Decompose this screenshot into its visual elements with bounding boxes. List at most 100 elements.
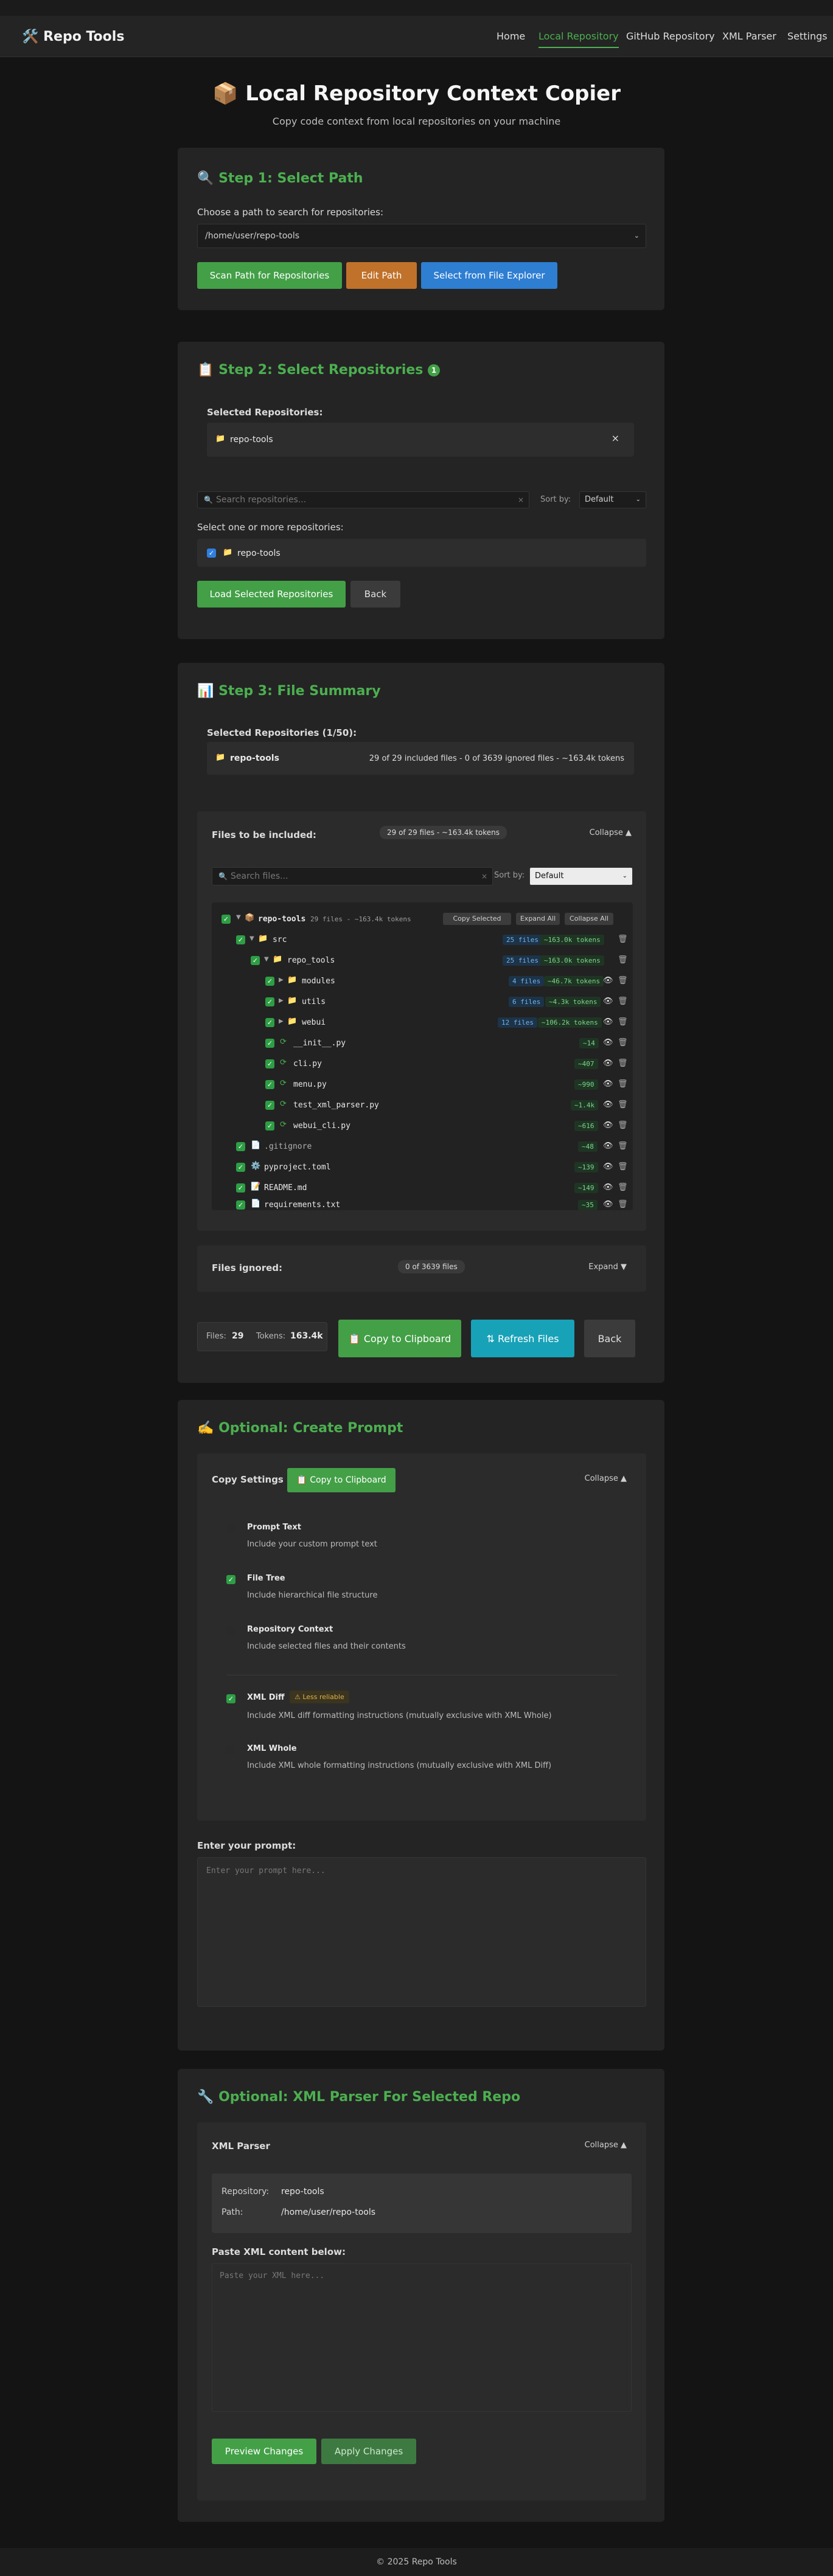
repo-search-input[interactable]: 🔍 Search repositories... × xyxy=(197,491,529,508)
tree-row[interactable]: ✓ 📄 requirements.txt ~35 👁 🗑 xyxy=(212,1199,633,1215)
tree-checkbox[interactable]: ✓ xyxy=(265,1059,274,1068)
back-button[interactable]: Back xyxy=(350,581,400,608)
collapse-toggle[interactable]: Collapse ▲ xyxy=(585,1474,627,1483)
clear-icon[interactable]: × xyxy=(481,868,487,885)
chevron-right-icon[interactable]: ▶ xyxy=(279,997,284,1004)
nav-home[interactable]: Home xyxy=(497,30,525,42)
chevron-right-icon[interactable]: ▶ xyxy=(279,977,284,983)
tree-row[interactable]: ✓ ▼ 📁 repo_tools 25 files ~163.0k tokens… xyxy=(212,955,633,971)
trash-icon[interactable]: 🗑 xyxy=(618,1079,628,1089)
eye-icon[interactable]: 👁 xyxy=(603,1017,613,1027)
eye-icon[interactable]: 👁 xyxy=(603,1162,613,1171)
path-select[interactable]: /home/user/repo-tools ⌄ xyxy=(197,224,646,248)
tree-row[interactable]: ✓ ⟳ __init__.py ~14 👁 🗑 xyxy=(212,1037,633,1053)
repo-checkbox[interactable]: ✓ xyxy=(207,549,216,558)
clear-icon[interactable]: × xyxy=(518,492,524,508)
tree-row[interactable]: ✓ ▼ 📁 src 25 files ~163.0k tokens 🗑 xyxy=(212,934,633,950)
trash-icon[interactable]: 🗑 xyxy=(618,1183,628,1192)
trash-icon[interactable]: 🗑 xyxy=(618,1162,628,1171)
xml-textarea[interactable]: Paste your XML here... xyxy=(212,2263,632,2412)
eye-icon[interactable]: 👁 xyxy=(603,1100,613,1109)
nav-local-repository[interactable]: Local Repository xyxy=(538,30,619,48)
apply-changes-button[interactable]: Apply Changes xyxy=(321,2439,416,2464)
option-checkbox[interactable] xyxy=(226,1626,235,1635)
trash-icon[interactable]: 🗑 xyxy=(618,955,628,964)
close-icon[interactable]: × xyxy=(612,432,619,444)
chevron-down-icon[interactable]: ▼ xyxy=(236,914,241,921)
eye-icon[interactable]: 👁 xyxy=(603,1059,613,1068)
nav-settings[interactable]: Settings xyxy=(787,30,828,42)
nav-github-repository[interactable]: GitHub Repository xyxy=(626,30,715,42)
trash-icon[interactable]: 🗑 xyxy=(618,1121,628,1130)
tree-row[interactable]: ✓ ⟳ cli.py ~407 👁 🗑 xyxy=(212,1058,633,1074)
option-checkbox[interactable]: ✓ xyxy=(226,1694,235,1703)
tree-row[interactable]: ✓ ⚙️ pyproject.toml ~139 👁 🗑 xyxy=(212,1162,633,1177)
tree-checkbox[interactable]: ✓ xyxy=(251,956,260,965)
copy-selected-button[interactable]: Copy Selected xyxy=(443,913,511,925)
nav-xml-parser[interactable]: XML Parser xyxy=(722,30,776,42)
expand-all-button[interactable]: Expand All xyxy=(516,913,560,925)
preview-changes-button[interactable]: Preview Changes xyxy=(212,2439,316,2464)
eye-icon[interactable]: 👁 xyxy=(603,1038,613,1047)
file-explorer-button[interactable]: Select from File Explorer xyxy=(421,262,557,289)
refresh-files-button[interactable]: ⇅ Refresh Files xyxy=(471,1320,574,1357)
collapse-toggle[interactable]: Collapse ▲ xyxy=(590,828,632,837)
copy-settings-button[interactable]: 📋 Copy to Clipboard xyxy=(287,1468,396,1492)
tree-checkbox[interactable]: ✓ xyxy=(265,997,274,1006)
tree-checkbox[interactable]: ✓ xyxy=(236,1142,245,1151)
sort-select[interactable]: Default ⌄ xyxy=(579,491,646,508)
option-checkbox[interactable] xyxy=(226,1524,235,1533)
trash-icon[interactable]: 🗑 xyxy=(618,1141,628,1151)
trash-icon[interactable]: 🗑 xyxy=(618,1059,628,1068)
eye-icon[interactable]: 👁 xyxy=(603,1141,613,1151)
chevron-down-icon[interactable]: ▼ xyxy=(249,935,254,942)
tree-row[interactable]: ✓ 📝 README.md ~149 👁 🗑 xyxy=(212,1182,633,1198)
tree-checkbox[interactable]: ✓ xyxy=(236,1183,245,1193)
repo-option[interactable]: ✓ 📁 repo-tools xyxy=(197,539,646,567)
edit-path-button[interactable]: Edit Path xyxy=(346,262,417,289)
tree-row[interactable]: ✓ ⟳ test_xml_parser.py ~1.4k 👁 🗑 xyxy=(212,1099,633,1115)
eye-icon[interactable]: 👁 xyxy=(603,1121,613,1130)
trash-icon[interactable]: 🗑 xyxy=(618,976,628,985)
tree-checkbox[interactable]: ✓ xyxy=(265,1101,274,1110)
tree-checkbox[interactable]: ✓ xyxy=(265,977,274,986)
copy-clipboard-button[interactable]: 📋 Copy to Clipboard xyxy=(338,1320,461,1357)
tree-row[interactable]: ✓ 📄 .gitignore ~48 👁 🗑 xyxy=(212,1141,633,1157)
chevron-down-icon[interactable]: ▼ xyxy=(264,956,269,963)
tree-checkbox[interactable]: ✓ xyxy=(221,915,231,924)
back-button[interactable]: Back xyxy=(584,1320,635,1357)
trash-icon[interactable]: 🗑 xyxy=(618,997,628,1006)
eye-icon[interactable]: 👁 xyxy=(603,1183,613,1192)
tree-row[interactable]: ✓ ⟳ webui_cli.py ~616 👁 🗑 xyxy=(212,1120,633,1136)
tree-row[interactable]: ✓ ▶ 📁 modules 4 files ~46.7k tokens 👁 🗑 xyxy=(212,975,633,991)
tree-checkbox[interactable]: ✓ xyxy=(265,1080,274,1089)
file-search-input[interactable]: 🔍 Search files... × xyxy=(212,867,493,885)
tree-checkbox[interactable]: ✓ xyxy=(265,1121,274,1130)
trash-icon[interactable]: 🗑 xyxy=(618,1100,628,1109)
collapse-toggle[interactable]: Collapse ▲ xyxy=(585,2141,627,2150)
eye-icon[interactable]: 👁 xyxy=(603,976,613,985)
tree-row[interactable]: ✓ ▶ 📁 webui 12 files ~106.2k tokens 👁 🗑 xyxy=(212,1017,633,1033)
trash-icon[interactable]: 🗑 xyxy=(618,1200,628,1209)
load-repos-button[interactable]: Load Selected Repositories xyxy=(197,581,346,608)
tree-row[interactable]: ✓ ▶ 📁 utils 6 files ~4.3k tokens 👁 🗑 xyxy=(212,996,633,1012)
tree-checkbox[interactable]: ✓ xyxy=(236,1163,245,1172)
trash-icon[interactable]: 🗑 xyxy=(618,935,628,944)
file-sort-select[interactable]: Default ⌄ xyxy=(529,867,633,885)
expand-toggle[interactable]: Expand ▼ xyxy=(588,1262,627,1272)
prompt-textarea[interactable]: Enter your prompt here... xyxy=(197,1857,646,2007)
tree-checkbox[interactable]: ✓ xyxy=(265,1018,274,1027)
trash-icon[interactable]: 🗑 xyxy=(618,1038,628,1047)
eye-icon[interactable]: 👁 xyxy=(603,1200,613,1209)
option-checkbox[interactable] xyxy=(226,1745,235,1754)
tree-checkbox[interactable]: ✓ xyxy=(265,1039,274,1048)
chevron-right-icon[interactable]: ▶ xyxy=(279,1018,284,1025)
tree-checkbox[interactable]: ✓ xyxy=(236,1200,245,1210)
brand[interactable]: 🛠️ Repo Tools xyxy=(22,29,124,44)
trash-icon[interactable]: 🗑 xyxy=(618,1017,628,1027)
eye-icon[interactable]: 👁 xyxy=(603,1079,613,1089)
tree-row[interactable]: ✓ ⟳ menu.py ~990 👁 🗑 xyxy=(212,1079,633,1095)
option-checkbox[interactable]: ✓ xyxy=(226,1575,235,1584)
scan-path-button[interactable]: Scan Path for Repositories xyxy=(197,262,342,289)
tree-checkbox[interactable]: ✓ xyxy=(236,935,245,944)
